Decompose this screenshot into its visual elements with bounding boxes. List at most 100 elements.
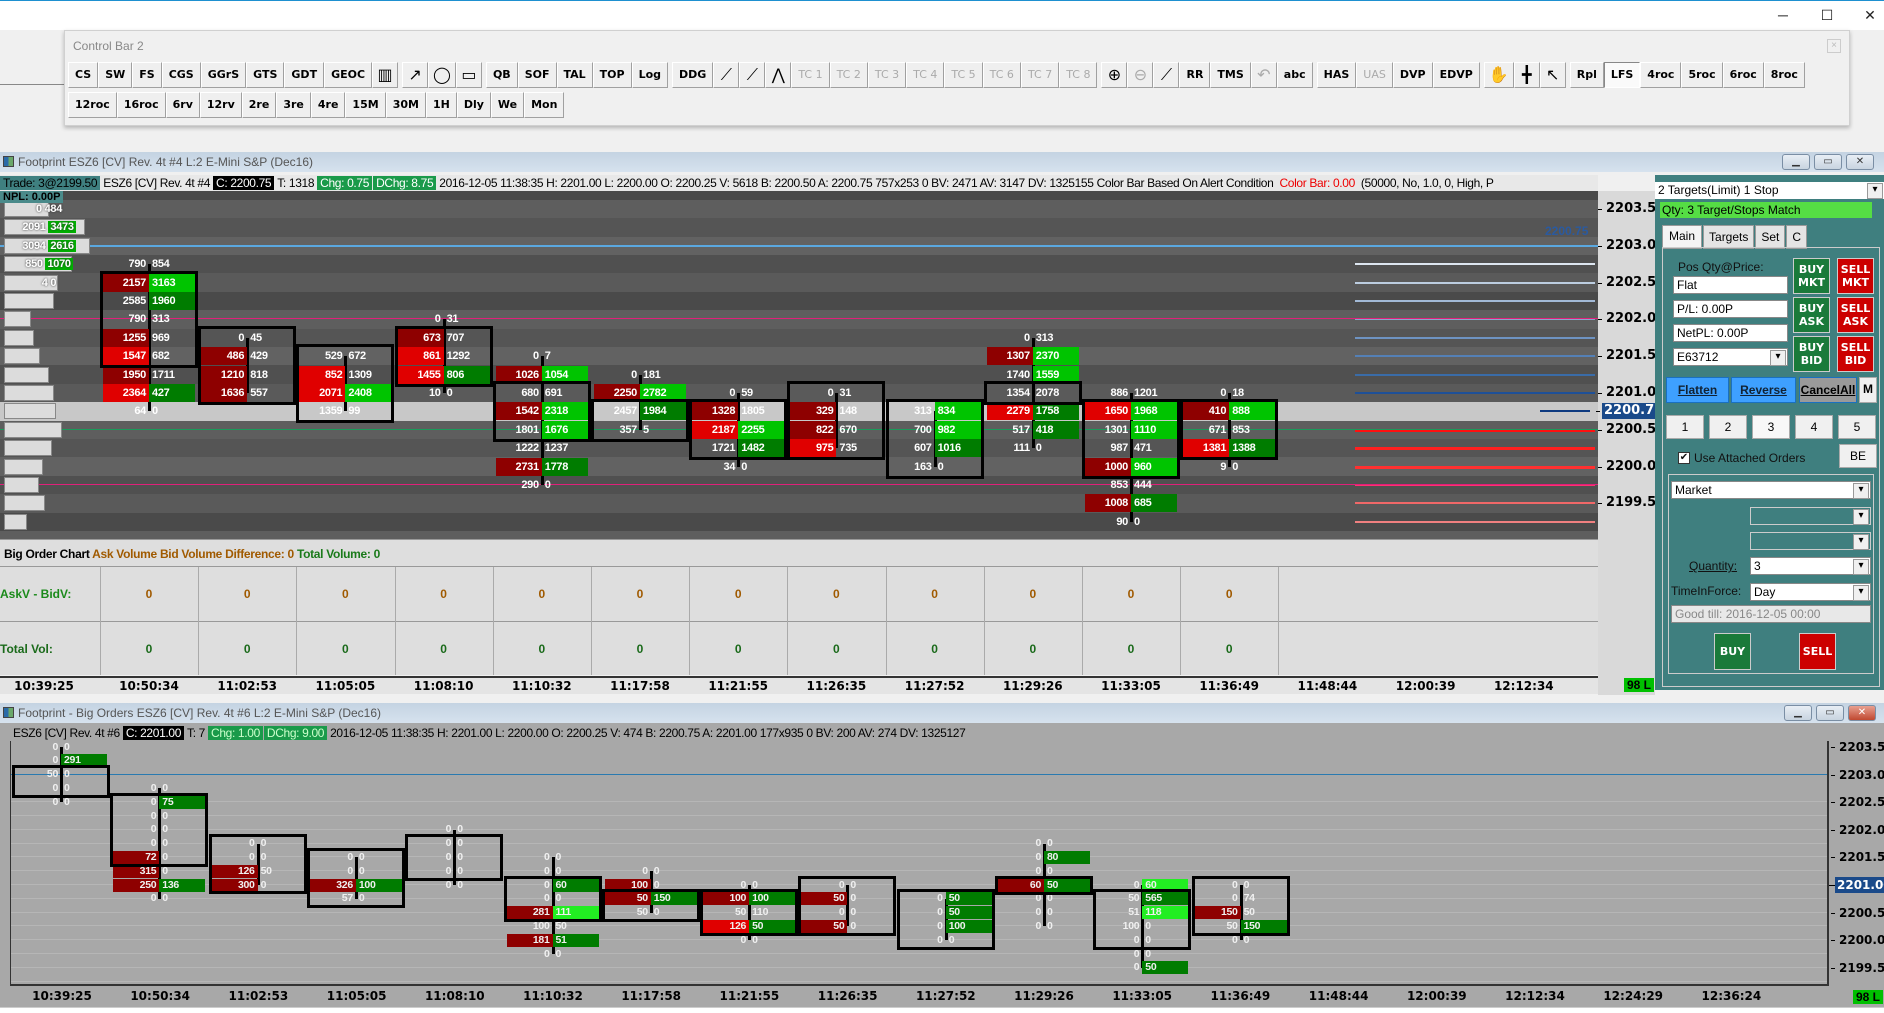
restore-button[interactable]: ▭ (1816, 705, 1844, 721)
toolbar-button-sof[interactable]: SOF (517, 62, 557, 88)
quantity-preset-button[interactable]: 4 (1795, 415, 1833, 439)
zoom-out-icon[interactable]: ⊖ (1127, 62, 1154, 88)
breakeven-button[interactable]: BE (1839, 444, 1877, 468)
toolbar-button-fs[interactable]: FS (132, 62, 162, 88)
restore-button[interactable]: ▭ (1814, 154, 1842, 170)
toolbar-button-30m[interactable]: 30M (385, 92, 426, 118)
toolbar-button-cs[interactable]: CS (68, 62, 99, 88)
toolbar-button-5roc[interactable]: 5roc (1681, 62, 1723, 88)
use-attached-orders[interactable]: ✔ Use Attached Orders (1678, 451, 1805, 465)
sell-ask-button[interactable]: SELL ASK (1837, 297, 1874, 333)
toolbar-button-sw[interactable]: SW (98, 62, 133, 88)
toolbar-button-16roc[interactable]: 16roc (116, 92, 166, 118)
horizontal-scrollbar[interactable] (0, 1007, 1884, 1013)
toolbar-button-3re[interactable]: 3re (276, 92, 311, 118)
tab-c[interactable]: C (1786, 225, 1808, 249)
toolbar-button-gdt[interactable]: GDT (284, 62, 325, 88)
quantity-preset-button[interactable]: 3 (1752, 415, 1790, 439)
buy-button[interactable]: BUY (1714, 633, 1751, 670)
ruler-icon[interactable]: ⟋ (1153, 62, 1180, 88)
toolbar-button-top[interactable]: TOP (592, 62, 632, 88)
control-bar-close-button[interactable]: × (1827, 39, 1841, 53)
minimize-button[interactable]: ─ (1773, 7, 1793, 23)
price-axis[interactable]: 2203.502203.002202.502202.002201.502201.… (1595, 191, 1666, 695)
account-select[interactable]: E63712 (1673, 348, 1788, 366)
buy-ask-button[interactable]: BUY ASK (1793, 297, 1830, 333)
strategy-select[interactable]: 2 Targets(Limit) 1 Stop (1655, 182, 1884, 199)
tab-main[interactable]: Main (1662, 225, 1703, 249)
toolbar-button-ddg[interactable]: DDG (672, 62, 714, 88)
toolbar-button-lfs[interactable]: LFS (1603, 62, 1641, 88)
toolbar-button-8roc[interactable]: 8roc (1763, 62, 1805, 88)
toolbar-button-abc[interactable]: abc (1276, 62, 1313, 88)
toolbar-button-4roc[interactable]: 4roc (1640, 62, 1682, 88)
toolbar-button-rr[interactable]: RR (1179, 62, 1211, 88)
zoom-in-icon[interactable]: ⊕ (1101, 62, 1128, 88)
big-orders-chart[interactable]: 0 0 0 291 50 0 0 0 0 0 0 0 0 75 0 0 0 0 0 0 72 0 315 0 250 136 0 0 0… (10, 741, 1829, 986)
use-attached-orders-checkbox[interactable]: ✔ (1678, 452, 1690, 464)
fib-time-icon[interactable]: ⋀ (765, 62, 792, 88)
toolbar-button-cgs[interactable]: CGS (161, 62, 201, 88)
sell-button[interactable]: SELL (1799, 633, 1836, 670)
toolbar-button-tc7[interactable]: TC 7 (1020, 62, 1060, 88)
toolbar-button-ggrs[interactable]: GGrS (200, 62, 247, 88)
toolbar-button-6rv[interactable]: 6rv (165, 92, 200, 118)
tab-targets[interactable]: Targets (1703, 225, 1755, 249)
price-axis[interactable]: 2203.502203.002202.502202.002201.502201.… (1829, 723, 1884, 988)
sell-market-button[interactable]: SELL MKT (1837, 258, 1874, 294)
toolbar-button-12rv[interactable]: 12rv (199, 92, 242, 118)
cancel-all-button[interactable]: CancelAll (1799, 377, 1857, 403)
toolbar-button-rpl[interactable]: Rpl (1569, 62, 1604, 88)
m-button[interactable]: M (1859, 377, 1877, 403)
toolbar-button-geoc[interactable]: GEOC (324, 62, 373, 88)
good-till-field[interactable]: Good till: 2016-12-05 00:00 (1671, 605, 1871, 623)
toolbar-button-edvp[interactable]: EDVP (1432, 62, 1480, 88)
fib-grid-icon[interactable]: ▥ (372, 62, 399, 88)
ellipse-icon[interactable]: ◯ (428, 62, 456, 88)
footprint-window-title-bar[interactable]: Footprint ESZ6 [CV] Rev. 4t #4 L:2 E-Min… (0, 152, 1884, 172)
toolbar-button-log[interactable]: Log (631, 62, 669, 88)
crosshair-icon[interactable]: ╋ (1513, 62, 1540, 88)
quantity-preset-button[interactable]: 1 (1666, 415, 1704, 439)
close-button[interactable]: ✕ (1860, 7, 1880, 24)
toolbar-button-1h[interactable]: 1H (425, 92, 457, 118)
tif-select[interactable]: Day (1750, 583, 1871, 601)
hand-pan-icon[interactable]: ✋ (1483, 62, 1514, 88)
tab-set[interactable]: Set (1755, 225, 1786, 249)
reverse-button[interactable]: Reverse (1731, 377, 1796, 403)
rectangle-icon[interactable]: ▭ (455, 62, 482, 88)
toolbar-button-dvp[interactable]: DVP (1392, 62, 1433, 88)
toolbar-button-has[interactable]: HAS (1316, 62, 1357, 88)
footprint-chart[interactable]: 790 854 2157 3163 2585 1960 790 313 1255 969 1547 6… (0, 191, 1598, 539)
minimize-button[interactable]: ▁ (1782, 154, 1810, 170)
pointer-icon[interactable]: ↖ (1539, 62, 1566, 88)
sell-bid-button[interactable]: SELL BID (1837, 336, 1874, 372)
toolbar-button-tc4[interactable]: TC 4 (906, 62, 945, 88)
order-type-select[interactable]: Market (1671, 481, 1871, 499)
toolbar-button-6roc[interactable]: 6roc (1722, 62, 1764, 88)
fib-retracement-icon[interactable]: ⟋ (713, 62, 740, 88)
toolbar-button-gts[interactable]: GTS (246, 62, 285, 88)
toolbar-button-we[interactable]: We (490, 92, 525, 118)
toolbar-button-tc3[interactable]: TC 3 (867, 62, 907, 88)
buy-bid-button[interactable]: BUY BID (1793, 336, 1830, 372)
toolbar-button-uas[interactable]: UAS (1356, 62, 1393, 88)
minimize-button[interactable]: ▁ (1784, 705, 1812, 721)
big-orders-window-title-bar[interactable]: Footprint - Big Orders ESZ6 [CV] Rev. 4t… (0, 703, 1884, 723)
toolbar-button-tms[interactable]: TMS (1210, 62, 1251, 88)
undo-icon[interactable]: ↶ (1250, 62, 1277, 88)
quantity-select[interactable]: 3 (1750, 557, 1871, 575)
quantity-preset-button[interactable]: 5 (1838, 415, 1876, 439)
arrow-line-icon[interactable]: ↗ (402, 62, 429, 88)
toolbar-button-qb[interactable]: QB (485, 62, 518, 88)
toolbar-button-15m[interactable]: 15M (345, 92, 386, 118)
toolbar-button-tc8[interactable]: TC 8 (1059, 62, 1098, 88)
toolbar-button-dly[interactable]: Dly (456, 92, 491, 118)
toolbar-button-mon[interactable]: Mon (524, 92, 565, 118)
close-button[interactable]: ✕ (1846, 154, 1874, 170)
toolbar-button-2re[interactable]: 2re (241, 92, 277, 118)
toolbar-button-tal[interactable]: TAL (556, 62, 593, 88)
quantity-preset-button[interactable]: 2 (1709, 415, 1747, 439)
toolbar-button-tc2[interactable]: TC 2 (829, 62, 868, 88)
toolbar-button-4re[interactable]: 4re (310, 92, 346, 118)
